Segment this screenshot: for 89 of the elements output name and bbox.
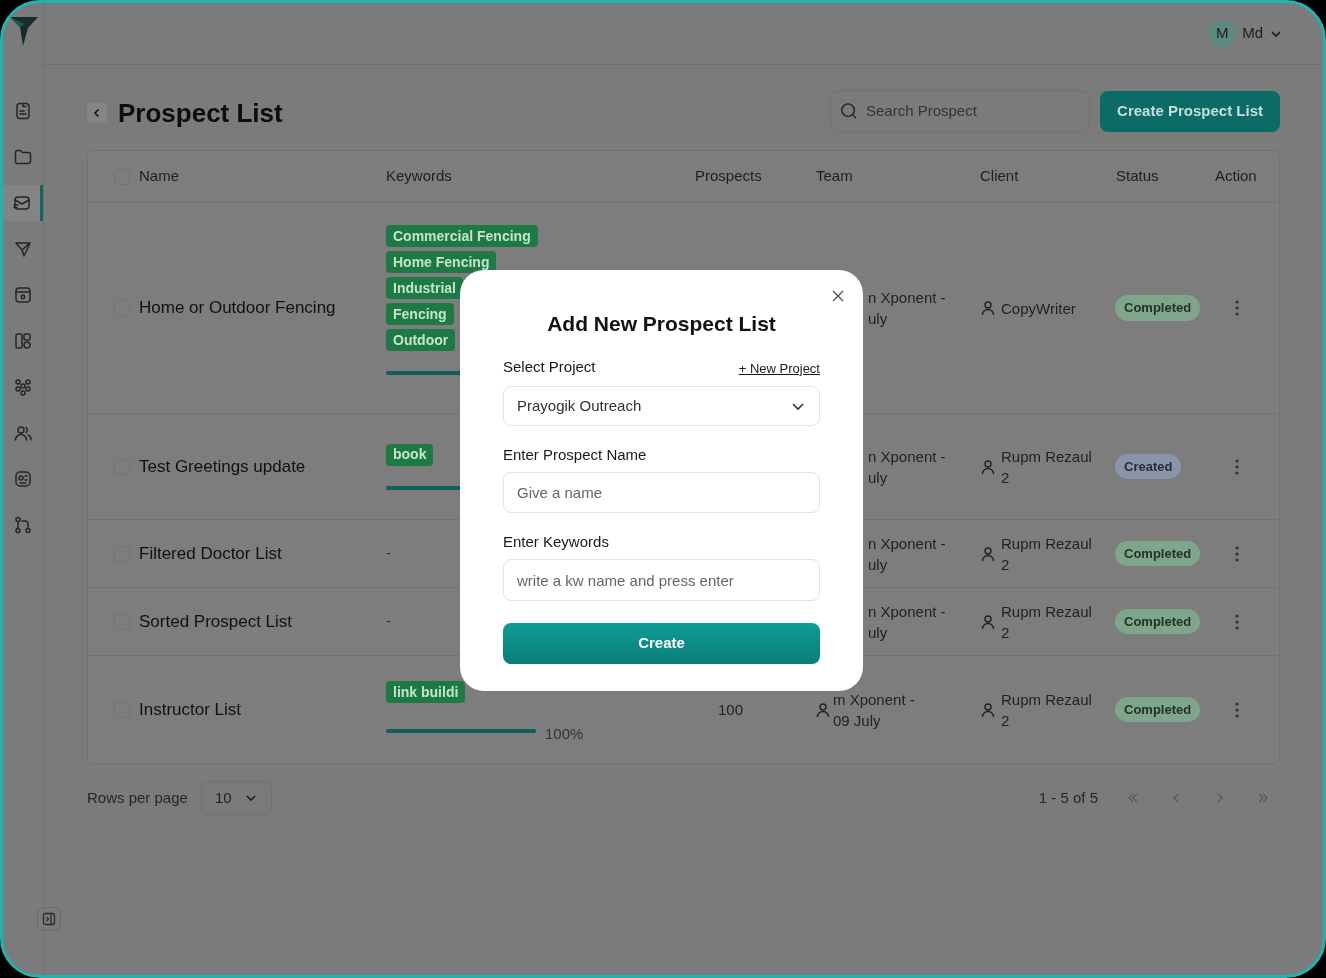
logo-icon xyxy=(9,15,39,47)
more-options-button[interactable] xyxy=(1234,299,1240,317)
column-header: Client xyxy=(980,166,1019,187)
new-project-link[interactable]: + New Project xyxy=(738,358,820,378)
more-options-icon xyxy=(1234,700,1240,719)
client-name: Rupm Rezaul 2 xyxy=(1001,689,1093,731)
close-icon xyxy=(831,289,845,303)
status-badge: Created xyxy=(1115,453,1182,480)
team-name: n Xponent - uly xyxy=(868,533,946,575)
field-label: Select Project xyxy=(503,356,596,377)
keyword-tag: link buildi xyxy=(386,681,466,704)
sidebar-toggle-button[interactable] xyxy=(37,907,61,931)
mail-icon xyxy=(11,193,32,213)
page-title: Prospect List xyxy=(118,96,283,130)
document-icon xyxy=(13,101,33,121)
field-label: Enter Prospect Name xyxy=(503,445,648,464)
field-label: Enter Keywords xyxy=(503,532,610,551)
keywords-field[interactable]: write a kw name and press enter xyxy=(503,559,820,601)
user-avatar[interactable]: M xyxy=(1208,19,1237,48)
dashboard-icon xyxy=(13,469,33,489)
pagination-range: 1 - 5 of 5 xyxy=(1038,787,1098,808)
project-select[interactable]: Prayogik Outreach xyxy=(503,386,820,426)
prospect-count: 100 xyxy=(718,700,744,718)
more-options-button[interactable] xyxy=(1234,612,1240,631)
status-badge: Completed xyxy=(1115,540,1201,567)
prospect-list-name: Sorted Prospect List xyxy=(139,610,293,633)
team-name: n Xponent - uly xyxy=(868,446,946,488)
column-header: Name xyxy=(139,166,179,187)
modal-title: Add New Prospect List xyxy=(546,311,777,337)
prospect-list-name: Filtered Doctor List xyxy=(139,542,282,565)
keyword-tag: Industrial xyxy=(386,277,463,299)
more-options-button[interactable] xyxy=(1234,457,1240,476)
empty-keywords: - xyxy=(386,611,391,632)
rows-per-page-label: Rows per page xyxy=(87,787,188,808)
keyword-tag: Fencing xyxy=(386,303,454,325)
keyword-tag: Home Fencing xyxy=(386,251,497,273)
more-options-button[interactable] xyxy=(1234,700,1240,719)
more-options-icon xyxy=(1234,457,1240,476)
keyword-tag: book xyxy=(386,443,434,466)
status-badge: Completed xyxy=(1115,295,1201,321)
branch-icon xyxy=(13,515,33,535)
client-name: CopyWriter xyxy=(1001,298,1077,319)
layout-icon xyxy=(13,331,33,351)
team-name: n Xponent - uly xyxy=(868,288,946,329)
back-button[interactable] xyxy=(87,103,107,123)
empty-keywords: - xyxy=(386,543,391,564)
team-name: n Xponent - uly xyxy=(868,601,946,643)
folder-icon xyxy=(13,147,33,167)
column-header: Status xyxy=(1116,166,1159,187)
more-options-icon xyxy=(1234,299,1240,317)
person-icon xyxy=(981,458,995,475)
column-header: Action xyxy=(1215,166,1257,187)
user-name[interactable]: Md xyxy=(1242,22,1263,45)
users-icon xyxy=(13,423,33,443)
client-name: Rupm Rezaul 2 xyxy=(1001,533,1093,575)
person-icon xyxy=(981,701,995,718)
panel-toggle-icon xyxy=(42,912,56,926)
column-header: Team xyxy=(816,166,853,187)
search-bar[interactable]: Search Prospect xyxy=(830,90,1091,132)
team-name: m Xponent - 09 July xyxy=(833,689,915,731)
keyword-tag: Commercial Fencing xyxy=(386,225,538,247)
calendar-icon xyxy=(13,285,33,305)
progress-reading: 100% xyxy=(545,724,584,745)
search-input[interactable]: Search Prospect xyxy=(865,99,1081,123)
person-icon xyxy=(981,613,995,630)
status-badge: Completed xyxy=(1115,608,1201,635)
more-options-icon xyxy=(1234,544,1240,563)
column-header: Prospects xyxy=(695,166,762,187)
keyword-tag: Outdoor xyxy=(386,329,456,351)
status-badge: Completed xyxy=(1115,696,1201,723)
search-icon xyxy=(840,101,858,121)
send-icon xyxy=(13,239,33,259)
create-button[interactable]: Create xyxy=(503,623,820,664)
mail-nav-item[interactable] xyxy=(3,185,43,221)
group-icon xyxy=(13,377,33,397)
person-icon xyxy=(981,545,995,562)
prospect-name-field[interactable]: Give a name xyxy=(503,472,820,513)
client-name: Rupm Rezaul 2 xyxy=(1001,446,1093,488)
more-options-button[interactable] xyxy=(1234,544,1240,563)
client-name: Rupm Rezaul 2 xyxy=(1001,601,1093,643)
prospect-list-name: Instructor List xyxy=(139,698,242,721)
prospect-list-name: Test Greetings update xyxy=(139,455,306,478)
column-header: Keywords xyxy=(386,166,452,187)
close-button[interactable] xyxy=(831,289,845,303)
more-options-icon xyxy=(1234,612,1240,631)
prospect-list-name: Home or Outdoor Fencing xyxy=(139,297,336,320)
rows-per-page-select[interactable]: 10 xyxy=(200,781,272,815)
person-icon xyxy=(981,300,995,316)
create-prospect-list-button[interactable]: Create Prospect List xyxy=(1100,90,1280,132)
